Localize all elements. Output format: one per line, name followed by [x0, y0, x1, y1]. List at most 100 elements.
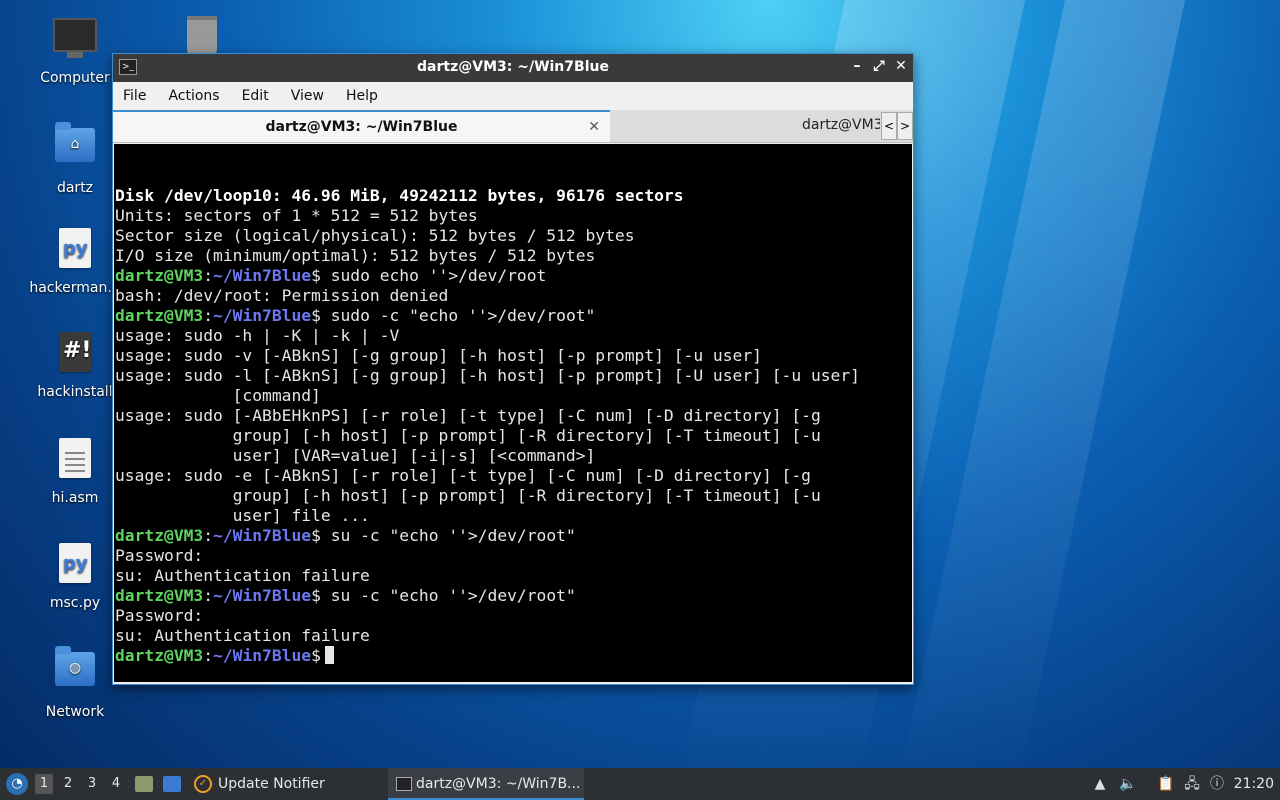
desktop-icon-label: hi.asm [51, 490, 99, 506]
terminal-line: Sector size (logical/physical): 512 byte… [115, 226, 635, 245]
prompt-dollar: $ [311, 306, 321, 325]
prompt-user: dartz@VM3 [115, 646, 204, 665]
menu-actions[interactable]: Actions [168, 88, 219, 104]
menu-edit[interactable]: Edit [242, 88, 269, 104]
terminal-icon [396, 777, 412, 791]
terminal-line: [command] [115, 386, 321, 405]
terminal-line: su: Authentication failure [115, 566, 370, 585]
tab-scroll-left-icon[interactable]: < [881, 112, 897, 140]
prompt-sep: : [203, 586, 214, 605]
desktop-icon-label: msc.py [49, 595, 101, 611]
python-file-icon: py [59, 228, 91, 268]
workspace-2[interactable]: 2 [59, 774, 77, 794]
prompt-user: dartz@VM3 [115, 586, 204, 605]
terminal-output[interactable]: Disk /dev/loop10: 46.96 MiB, 49242112 by… [114, 144, 912, 682]
desktop-icon-msc-py[interactable]: py msc.py [25, 541, 125, 611]
prompt-path: ~/Win7Blue [213, 266, 312, 285]
update-tray-icon[interactable]: ⓘ [1209, 776, 1225, 792]
minimize-button[interactable]: – [851, 58, 863, 74]
terminal-prompt-line: dartz@VM3:~/Win7Blue$ sudo echo ''>/dev/… [115, 266, 860, 286]
tab-label: dartz@VM3: ~/Win7Blue [265, 119, 458, 135]
terminal-line: usage: sudo [-ABbEHknPS] [-r role] [-t t… [115, 406, 821, 425]
desktop-icon-hackerman[interactable]: py hackerman.p [25, 226, 125, 296]
desktop-icon-computer[interactable]: Computer [25, 16, 125, 86]
start-menu-icon[interactable]: ◔ [6, 773, 28, 795]
terminal-prompt-line: dartz@VM3:~/Win7Blue$ sudo -c "echo ''>/… [115, 306, 860, 326]
update-notifier-label[interactable]: Update Notifier [218, 768, 325, 800]
taskbar: ◔ 1 2 3 4 ✓ Update Notifier dartz@VM3: ~… [0, 768, 1280, 800]
clock[interactable]: 21:20 [1234, 768, 1274, 800]
terminal-window[interactable]: >_ dartz@VM3: ~/Win7Blue – ⤢ ✕ File Acti… [112, 53, 914, 685]
terminal-line: Disk /dev/loop10: 46.96 MiB, 49242112 by… [115, 186, 684, 205]
desktop-icon-hi-asm[interactable]: hi.asm [25, 436, 125, 506]
volume-icon[interactable]: 🔈 [1119, 776, 1136, 792]
desktop-icon-label: hackerman.p [29, 280, 121, 296]
maximize-button[interactable]: ⤢ [873, 58, 885, 74]
prompt-dollar: $ [311, 586, 321, 605]
trash-icon [187, 16, 217, 54]
desktop-icon-network[interactable]: ◍ Network [25, 646, 125, 720]
terminal-line: usage: sudo -l [-ABknS] [-g group] [-h h… [115, 366, 860, 385]
prompt-path: ~/Win7Blue [213, 586, 312, 605]
desktop-icon-hackinstall[interactable]: #! hackinstall [25, 330, 125, 400]
prompt-sep: : [203, 266, 214, 285]
taskbar-terminal-button[interactable]: dartz@VM3: ~/Win7B... [388, 768, 584, 800]
desktop-icon-label: hackinstall [37, 384, 113, 400]
prompt-user: dartz@VM3 [115, 306, 204, 325]
tab-bar: dartz@VM3: ~/Win7Blue ✕ dartz@VM3: ~/Win… [113, 110, 913, 143]
network-icon[interactable]: 🖧 [1184, 776, 1200, 792]
prompt-path: ~/Win7Blue [213, 526, 312, 545]
text-file-icon [59, 438, 91, 478]
terminal-line: usage: sudo -v [-ABknS] [-g group] [-h h… [115, 346, 762, 365]
terminal-line: Password: [115, 606, 204, 625]
tray-arrow-icon[interactable]: ▲ [1092, 776, 1108, 792]
command-text: sudo echo ''>/dev/root [320, 266, 547, 285]
prompt-sep: : [203, 306, 214, 325]
terminal-line: bash: /dev/root: Permission denied [115, 286, 449, 305]
terminal-prompt-line: dartz@VM3:~/Win7Blue$ [115, 646, 860, 666]
terminal-line: Password: [115, 546, 204, 565]
terminal-line: I/O size (minimum/optimal): 512 bytes / … [115, 246, 596, 265]
tab-scroll-right-icon[interactable]: > [897, 112, 913, 140]
prompt-dollar: $ [311, 266, 321, 285]
terminal-line: usage: sudo -h | -K | -k | -V [115, 326, 400, 345]
tab-active[interactable]: dartz@VM3: ~/Win7Blue ✕ [113, 110, 610, 142]
desktop-icon-label: dartz [56, 180, 94, 196]
terminal-line: usage: sudo -e [-ABknS] [-r role] [-t ty… [115, 466, 811, 485]
command-text: su -c "echo ''>/dev/root" [320, 586, 576, 605]
terminal-cursor [324, 646, 334, 664]
workspace-1[interactable]: 1 [35, 774, 53, 794]
window-titlebar[interactable]: >_ dartz@VM3: ~/Win7Blue – ⤢ ✕ [113, 54, 913, 82]
menu-view[interactable]: View [291, 88, 324, 104]
terminal-line: user] file ... [115, 506, 370, 525]
menu-help[interactable]: Help [346, 88, 378, 104]
tab-close-icon[interactable]: ✕ [588, 112, 600, 142]
script-file-icon: #! [59, 332, 91, 372]
prompt-sep: : [203, 526, 214, 545]
show-desktop-icon[interactable] [163, 776, 181, 792]
prompt-path: ~/Win7Blue [213, 646, 312, 665]
menubar: File Actions Edit View Help [113, 82, 913, 110]
clipboard-icon[interactable]: 📋 [1157, 776, 1174, 792]
menu-file[interactable]: File [123, 88, 146, 104]
terminal-line: group] [-h host] [-p prompt] [-R directo… [115, 426, 821, 445]
prompt-dollar: $ [311, 526, 321, 545]
terminal-line: Units: sectors of 1 * 512 = 512 bytes [115, 206, 478, 225]
close-button[interactable]: ✕ [895, 58, 907, 74]
desktop-icon-label: Network [45, 704, 105, 720]
tab-inactive[interactable]: dartz@VM3: ~/Win7Blue [610, 110, 880, 140]
update-notifier-icon[interactable]: ✓ [194, 775, 212, 793]
command-text: su -c "echo ''>/dev/root" [320, 526, 576, 545]
prompt-sep: : [203, 646, 214, 665]
home-folder-icon: ⌂ [55, 122, 95, 162]
prompt-dollar: $ [311, 646, 321, 665]
python-file-icon: py [59, 543, 91, 583]
window-title: dartz@VM3: ~/Win7Blue [417, 59, 609, 75]
file-manager-icon[interactable] [135, 776, 153, 792]
desktop-icon-label: Computer [40, 70, 110, 86]
prompt-user: dartz@VM3 [115, 526, 204, 545]
workspace-3[interactable]: 3 [83, 774, 101, 794]
desktop-icon-home[interactable]: ⌂ dartz [25, 122, 125, 196]
tab-label: dartz@VM3: ~/Win7Blue [802, 117, 880, 133]
workspace-4[interactable]: 4 [107, 774, 125, 794]
